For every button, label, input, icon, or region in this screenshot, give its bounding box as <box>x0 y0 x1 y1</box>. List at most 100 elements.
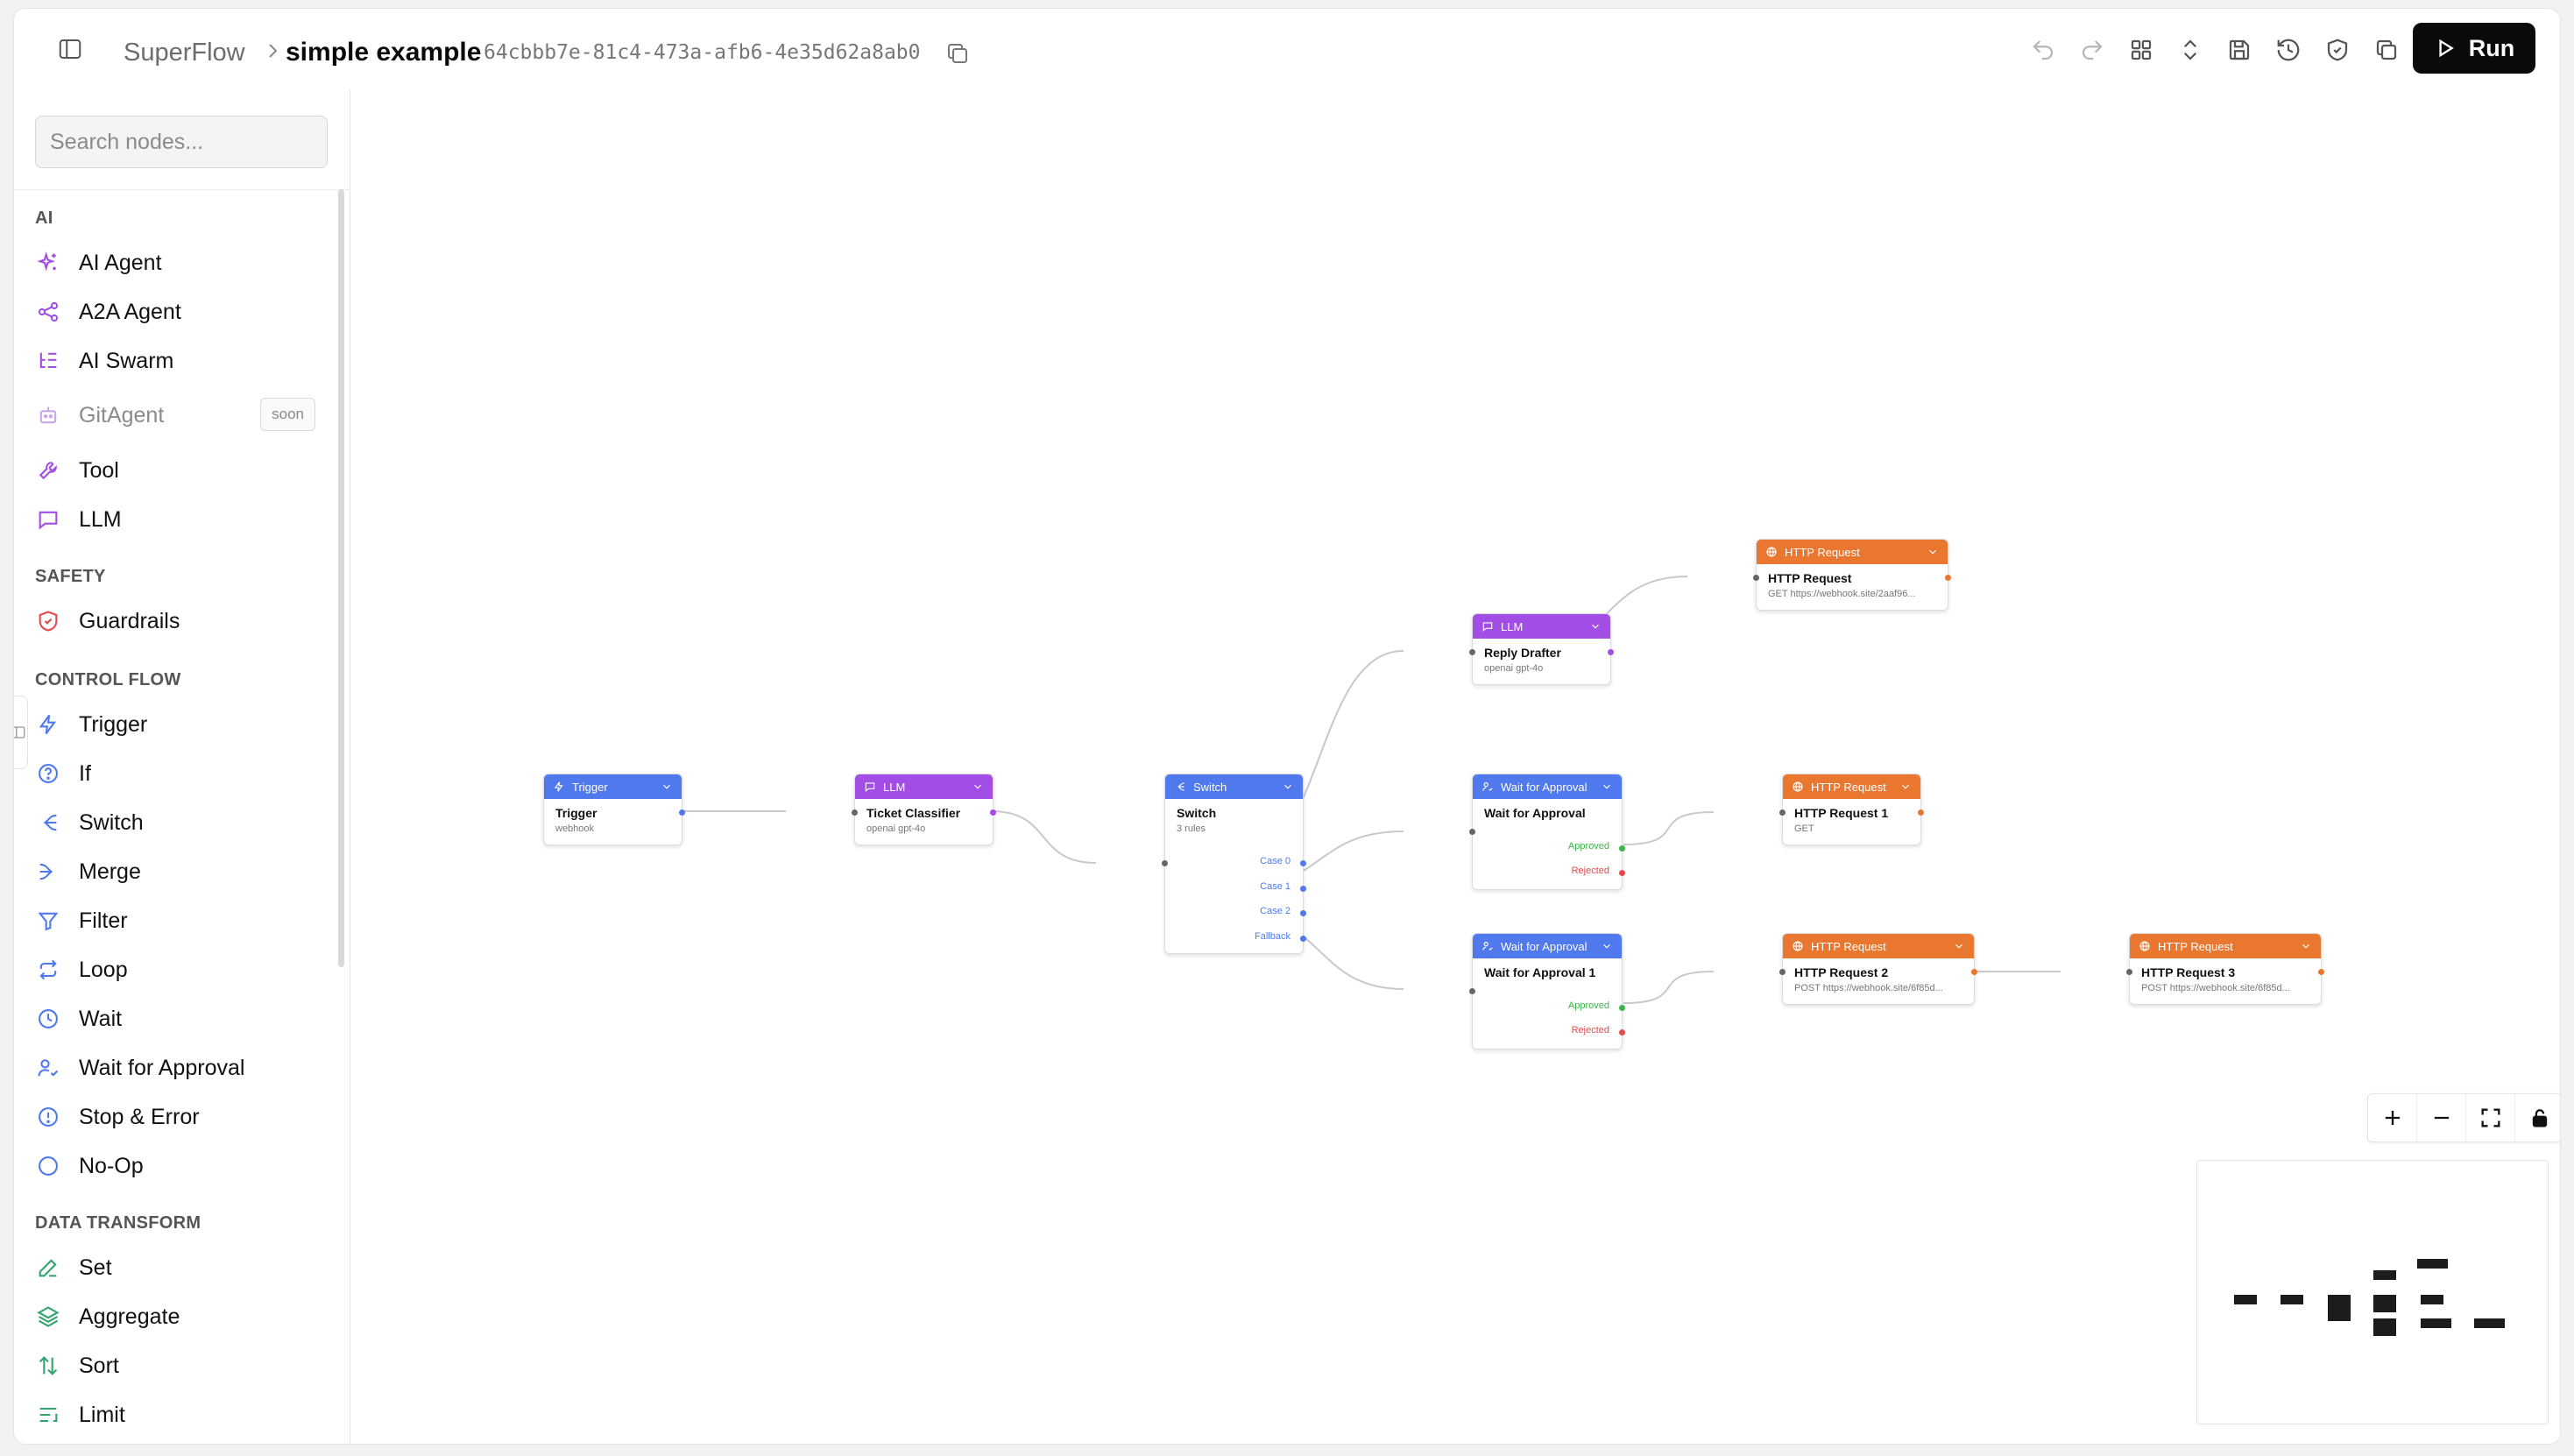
palette-item-loop[interactable]: Loop <box>35 948 333 992</box>
node-wait-for-approval-1[interactable]: Wait for Approval Wait for Approval 1 Ap… <box>1469 933 1625 1050</box>
input-port[interactable] <box>1779 969 1786 975</box>
shield-check-icon[interactable] <box>2323 35 2352 65</box>
palette-item-no-op[interactable]: No-Op <box>35 1144 333 1188</box>
node-ticket-classifier[interactable]: LLM Ticket Classifier openai gpt-4o <box>852 774 996 845</box>
output-port-rejected[interactable] <box>1619 870 1625 876</box>
node-header[interactable]: LLM <box>855 774 993 799</box>
palette-item-set[interactable]: Set <box>35 1246 333 1290</box>
node-header[interactable]: Wait for Approval <box>1473 934 1622 958</box>
edge-approved1-http2[interactable] <box>1623 971 1715 1004</box>
output-port[interactable] <box>1945 575 1951 581</box>
sidebar-scrollbar[interactable] <box>338 189 344 967</box>
search-nodes-input[interactable] <box>35 116 328 168</box>
palette-item-llm[interactable]: LLM <box>35 498 333 541</box>
duplicate-icon[interactable] <box>2372 35 2401 65</box>
chevron-down-icon[interactable] <box>2300 940 2312 952</box>
node-header[interactable]: HTTP Request <box>1783 774 1920 799</box>
node-header[interactable]: Trigger <box>544 774 682 799</box>
edge-classifier-switch[interactable] <box>991 810 1097 864</box>
node-header[interactable]: LLM <box>1473 614 1610 639</box>
node-http-request[interactable]: HTTP Request HTTP Request GET https://we… <box>1753 539 1951 611</box>
palette-item-tool[interactable]: Tool <box>35 449 333 492</box>
node-header[interactable]: HTTP Request <box>1783 934 1974 958</box>
top-bar: SuperFlow simple example 64cbbb7e-81c4-4… <box>14 9 2560 89</box>
node-http-request-2[interactable]: HTTP Request HTTP Request 2 POST https:/… <box>1779 933 1977 1005</box>
palette-item-switch[interactable]: Switch <box>35 801 333 845</box>
node-reply-drafter[interactable]: LLM Reply Drafter openai gpt-4o <box>1469 613 1614 685</box>
chevron-down-icon[interactable] <box>1601 781 1613 793</box>
node-header[interactable]: Switch <box>1165 774 1303 799</box>
copy-id-icon[interactable] <box>944 40 971 67</box>
palette-item-if[interactable]: If <box>35 752 333 795</box>
save-icon[interactable] <box>2224 35 2254 65</box>
chevron-down-icon[interactable] <box>1282 781 1294 793</box>
output-port-case-2[interactable] <box>1300 910 1306 916</box>
output-port-approved[interactable] <box>1619 1005 1625 1011</box>
workflow-title[interactable]: simple example <box>286 38 481 67</box>
output-port[interactable] <box>990 809 996 816</box>
history-icon[interactable] <box>2273 35 2303 65</box>
node-header[interactable]: HTTP Request <box>2130 934 2321 958</box>
output-port[interactable] <box>1608 649 1614 655</box>
workflow-canvas[interactable]: Trigger Trigger webhook LLM Ticket Class… <box>351 89 2560 1444</box>
palette-item-wait[interactable]: Wait <box>35 997 333 1041</box>
input-port[interactable] <box>1162 860 1168 866</box>
input-port[interactable] <box>852 809 858 816</box>
output-port[interactable] <box>2318 969 2324 975</box>
chevron-down-icon[interactable] <box>1589 620 1602 633</box>
palette-item-trigger[interactable]: Trigger <box>35 703 333 746</box>
node-http-request-3[interactable]: HTTP Request HTTP Request 3 POST https:/… <box>2126 933 2324 1005</box>
minimap[interactable] <box>2196 1160 2549 1424</box>
node-http-request-1[interactable]: HTTP Request HTTP Request 1 GET <box>1779 774 1924 845</box>
node-wait-for-approval[interactable]: Wait for Approval Wait for Approval Appr… <box>1469 774 1625 890</box>
output-port[interactable] <box>679 809 685 816</box>
edge-approved-http1[interactable] <box>1623 811 1715 845</box>
output-port[interactable] <box>1918 809 1924 816</box>
breadcrumb-app[interactable]: SuperFlow <box>124 39 245 67</box>
input-port[interactable] <box>1469 988 1475 994</box>
run-button[interactable]: Run <box>2413 23 2535 74</box>
chevron-down-icon[interactable] <box>661 781 673 793</box>
zoom-in-button[interactable] <box>2368 1094 2417 1141</box>
chevron-down-icon[interactable] <box>1953 940 1965 952</box>
palette-item-ai-swarm[interactable]: AI Swarm <box>35 339 333 383</box>
output-port-case-1[interactable] <box>1300 886 1306 892</box>
palette-item-ai-agent[interactable]: AI Agent <box>35 241 333 285</box>
node-switch[interactable]: Switch Switch 3 rules Case 0 Case 1 Case… <box>1162 774 1306 954</box>
output-port[interactable] <box>1971 969 1977 975</box>
fit-view-button[interactable] <box>2466 1094 2515 1141</box>
chevron-down-icon[interactable] <box>972 781 984 793</box>
layout-grid-icon[interactable] <box>2126 35 2156 65</box>
output-port-case-0[interactable] <box>1300 860 1306 866</box>
palette-item-aggregate[interactable]: Aggregate <box>35 1295 333 1339</box>
node-trigger[interactable]: Trigger Trigger webhook <box>543 774 685 845</box>
palette-item-a2a-agent[interactable]: A2A Agent <box>35 290 333 334</box>
chevrons-up-down-icon[interactable] <box>2175 35 2205 65</box>
input-port[interactable] <box>1753 575 1759 581</box>
collapse-sidebar-tab[interactable] <box>14 696 28 769</box>
palette-item-wait-for-approval[interactable]: Wait for Approval <box>35 1046 333 1090</box>
undo-icon[interactable] <box>2028 35 2058 65</box>
toggle-sidebar-icon[interactable] <box>53 32 88 67</box>
palette-item-filter[interactable]: Filter <box>35 899 333 943</box>
palette-item-stop-error[interactable]: Stop & Error <box>35 1095 333 1139</box>
output-port-approved[interactable] <box>1619 845 1625 852</box>
input-port[interactable] <box>1779 809 1786 816</box>
output-port-fallback[interactable] <box>1300 936 1306 942</box>
chevron-down-icon[interactable] <box>1927 546 1939 558</box>
lock-button[interactable] <box>2515 1094 2560 1141</box>
input-port[interactable] <box>2126 969 2132 975</box>
output-port-rejected[interactable] <box>1619 1029 1625 1035</box>
chevron-down-icon[interactable] <box>1601 940 1613 952</box>
input-port[interactable] <box>1469 649 1475 655</box>
node-header[interactable]: Wait for Approval <box>1473 774 1622 799</box>
chevron-down-icon[interactable] <box>1899 781 1912 793</box>
input-port[interactable] <box>1469 829 1475 835</box>
palette-item-guardrails[interactable]: Guardrails <box>35 599 333 643</box>
palette-item-sort[interactable]: Sort <box>35 1344 333 1388</box>
node-header[interactable]: HTTP Request <box>1757 540 1948 564</box>
redo-icon[interactable] <box>2077 35 2107 65</box>
palette-item-merge[interactable]: Merge <box>35 850 333 894</box>
palette-item-limit[interactable]: Limit <box>35 1393 333 1437</box>
zoom-out-button[interactable] <box>2417 1094 2466 1141</box>
